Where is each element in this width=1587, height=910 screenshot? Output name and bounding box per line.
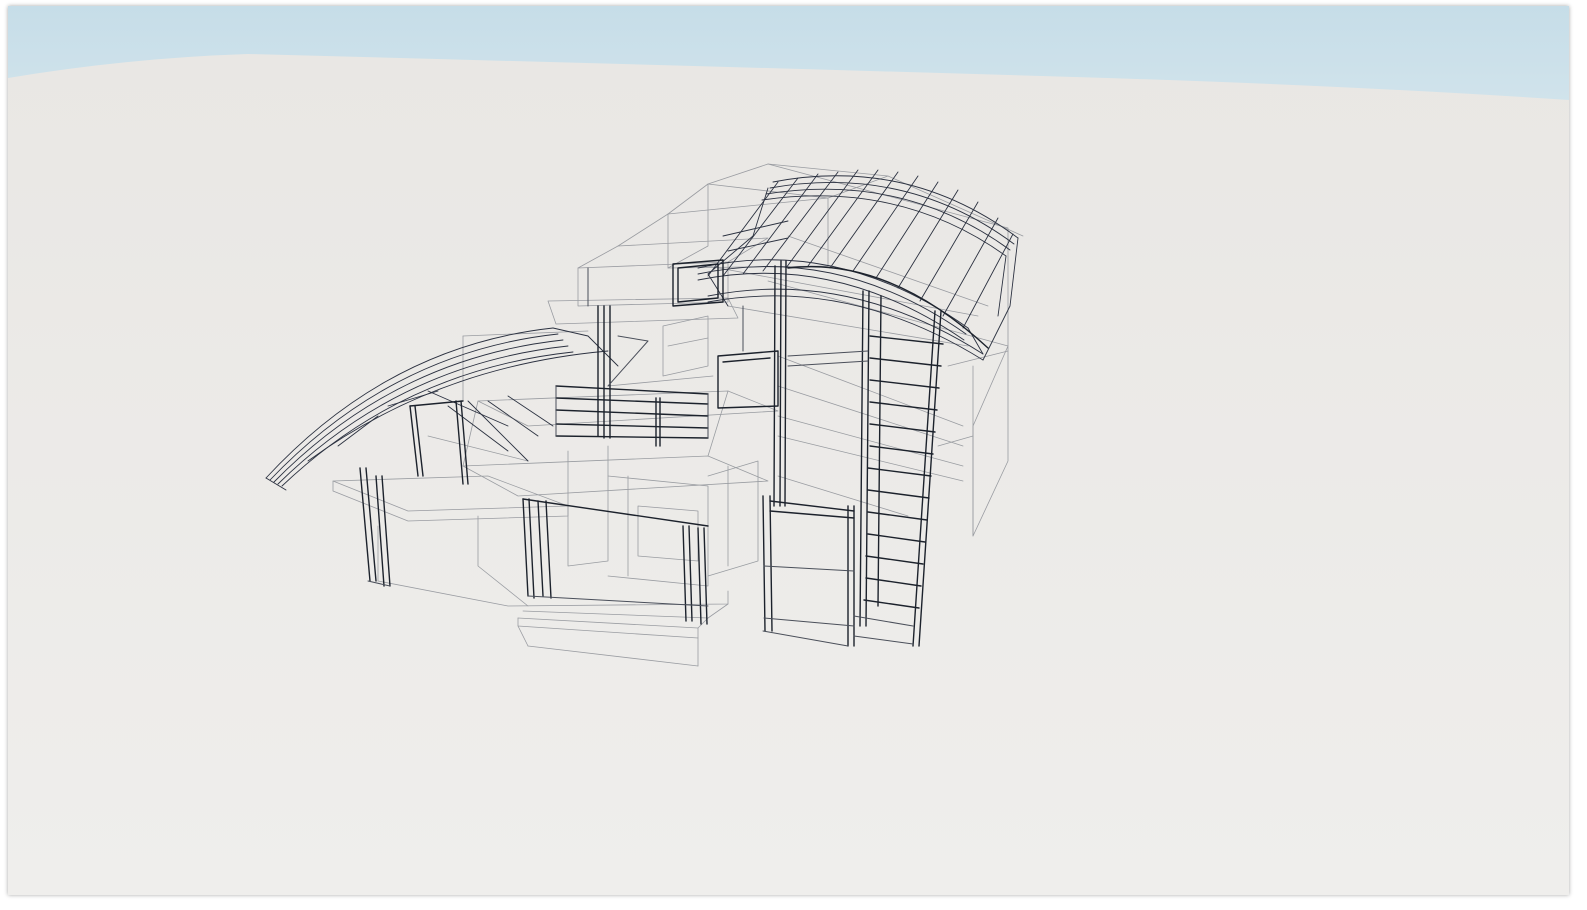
ground-plane <box>8 54 1569 895</box>
viewport-canvas[interactable] <box>8 6 1569 895</box>
3d-viewport[interactable] <box>8 6 1569 895</box>
